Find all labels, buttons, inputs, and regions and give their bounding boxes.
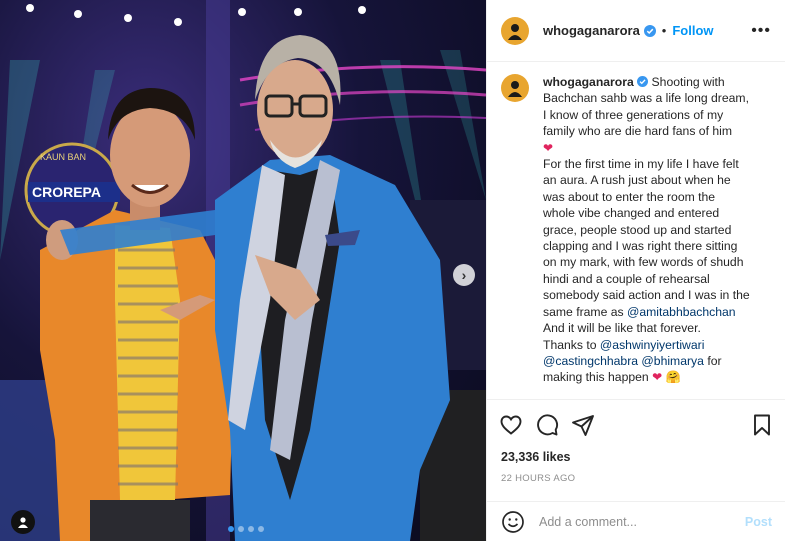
more-options-icon[interactable]: ••• [751, 22, 771, 40]
post-timestamp[interactable]: 22 HOURS AGO [501, 473, 575, 484]
caption-line: Shooting with [651, 75, 725, 89]
caption-username[interactable]: whogaganarora [543, 75, 634, 89]
caption-line: For the first time in my life I have fel… [543, 157, 739, 172]
carousel-dot [258, 526, 264, 532]
caption-line: Bachchan sahb was a life long dream, [543, 91, 749, 106]
heart-emoji: ❤ [652, 370, 663, 385]
mention-link[interactable]: @ashwinyiyertiwari [600, 338, 704, 352]
post-header: whogaganarora • Follow ••• [487, 0, 785, 62]
carousel-indicator [228, 526, 264, 532]
photo-scene: CROREPA KAUN BAN [0, 0, 486, 541]
heart-emoji: ❤ [543, 140, 554, 155]
caption-line: hindi and a couple of rehearsal [543, 271, 710, 286]
caption-line: clapping and I was right there sitting [543, 239, 738, 254]
mention-link[interactable]: @castingchhabra [543, 354, 638, 368]
caption-line: an aura. A rush just about when he [543, 173, 731, 188]
verified-badge-icon [637, 76, 649, 87]
tagged-user-icon[interactable] [11, 510, 35, 534]
caption-line: grace, people stood up and started [543, 222, 732, 237]
caption-line: whole vibe changed and entered [543, 206, 720, 221]
emoji-smiley-icon[interactable] [501, 510, 525, 534]
likes-count[interactable]: 23,336 likes [501, 450, 571, 464]
carousel-next-button[interactable]: › [453, 264, 475, 286]
comment-input[interactable] [537, 513, 731, 530]
caption-text: whogaganarora Shooting with Bachchan sah… [543, 74, 768, 390]
carousel-dot [228, 526, 234, 532]
instagram-post: CROREPA KAUN BAN › whogaganarora • Follo… [0, 0, 785, 541]
post-caption: whogaganarora Shooting with Bachchan sah… [487, 62, 785, 390]
carousel-dot [248, 526, 254, 532]
caption-line: on my mark, with few words of shudh [543, 255, 744, 270]
avatar[interactable] [501, 16, 529, 45]
caption-line: somebody said action and I was in the [543, 288, 750, 303]
caption-line: And it will be like that forever. [543, 321, 701, 336]
post-side-panel: whogaganarora • Follow ••• whogaganarora… [486, 0, 785, 541]
avatar[interactable] [501, 74, 529, 102]
caption-line: Thanks to [543, 337, 597, 352]
svg-text:CROREPA: CROREPA [32, 184, 101, 200]
svg-text:KAUN BAN: KAUN BAN [40, 152, 86, 162]
share-send-icon[interactable] [571, 413, 595, 437]
comment-icon[interactable] [535, 413, 559, 437]
caption-line: was about to enter the room the [543, 189, 716, 204]
hug-emoji: 🤗 [665, 370, 681, 385]
mention-link[interactable]: @amitabhbachchan [627, 305, 736, 319]
caption-line: same frame as [543, 304, 624, 319]
carousel-dot [238, 526, 244, 532]
caption-line: family who are die hard fans of him [543, 124, 732, 139]
bookmark-icon[interactable] [750, 413, 774, 437]
post-actions-bar [487, 399, 785, 449]
comment-form: Post [487, 501, 785, 541]
follow-button[interactable]: Follow [672, 23, 713, 38]
caption-line: for [707, 353, 722, 368]
separator-dot: • [661, 23, 667, 38]
like-heart-icon[interactable] [499, 413, 523, 437]
mention-link[interactable]: @bhimarya [641, 354, 704, 368]
verified-badge-icon [643, 24, 656, 37]
header-username[interactable]: whogaganarora [543, 23, 640, 38]
caption-line: making this happen [543, 370, 649, 385]
post-comment-button[interactable]: Post [745, 515, 772, 529]
caption-line: I know of three generations of my [543, 107, 724, 122]
post-photo[interactable]: CROREPA KAUN BAN › [0, 0, 486, 541]
